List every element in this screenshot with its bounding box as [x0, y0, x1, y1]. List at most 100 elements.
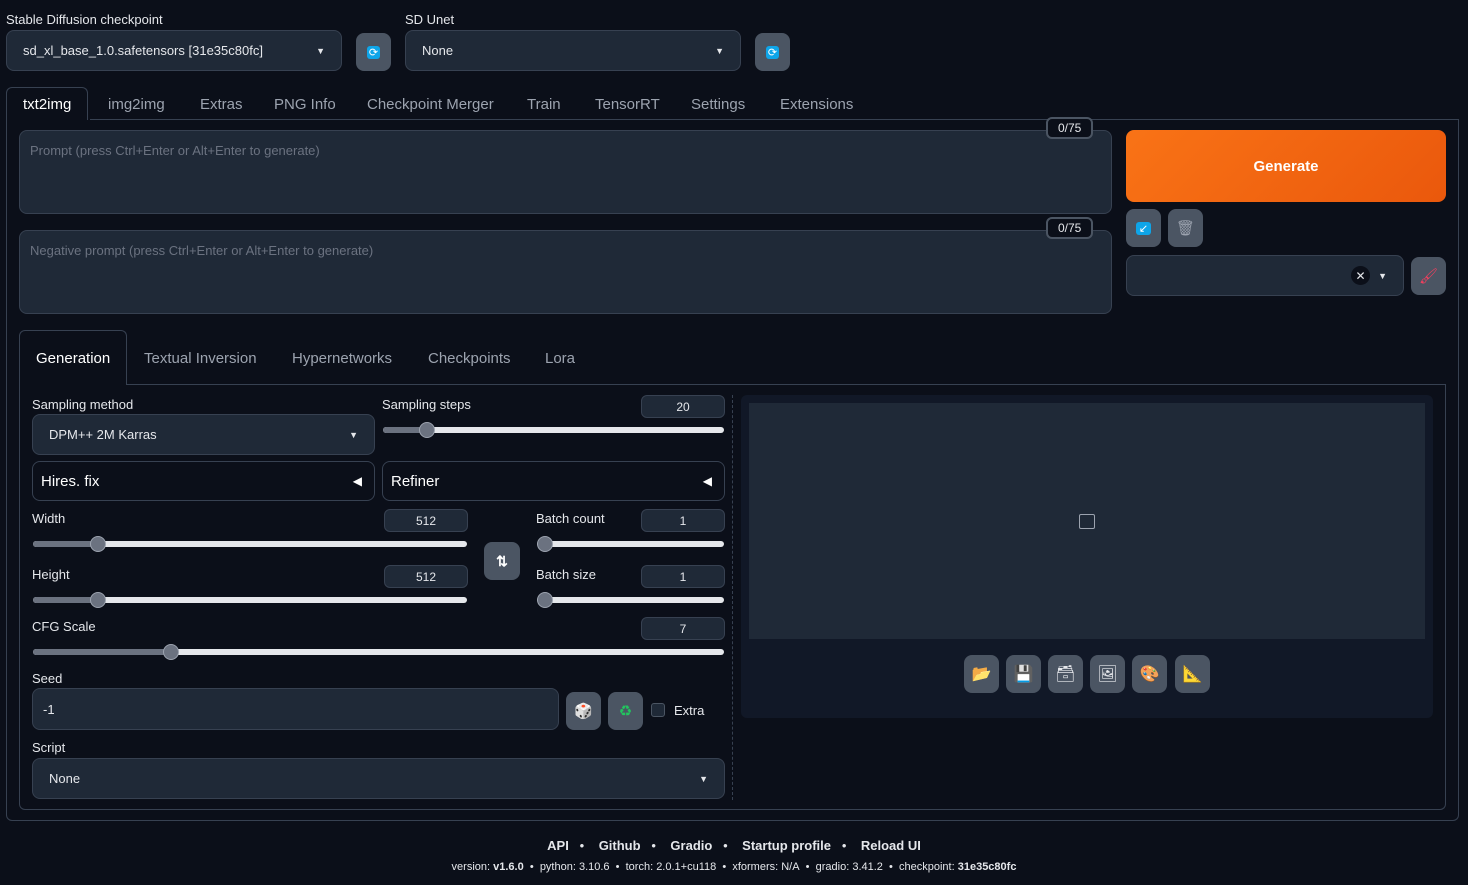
random-seed-button[interactable]: 🎲 — [566, 692, 601, 730]
version-value: v1.6.0 — [493, 861, 524, 873]
zip-button[interactable]: 🗃 — [1048, 655, 1083, 693]
reuse-seed-button[interactable]: ♻ — [608, 692, 643, 730]
script-dropdown[interactable]: None ▼ — [32, 758, 725, 799]
sampling-method-dropdown[interactable]: DPM++ 2M Karras ▼ — [32, 414, 375, 455]
collapse-triangle-icon: ◀ — [702, 474, 712, 488]
refiner-accordion[interactable]: Refiner ◀ — [382, 461, 725, 501]
chevron-down-icon: ▼ — [1378, 270, 1387, 281]
gradio-version: gradio: 3.41.2 — [815, 861, 883, 873]
tab-divider — [90, 119, 1459, 120]
hires-fix-accordion[interactable]: Hires. fix ◀ — [32, 461, 375, 501]
dice-icon: 🎲 — [574, 703, 593, 720]
height-label: Height — [32, 567, 70, 582]
tab-txt2img[interactable]: txt2img — [6, 87, 89, 120]
cfg-scale-slider[interactable] — [33, 644, 724, 660]
torch-version: torch: 2.0.1+cu118 — [625, 861, 717, 873]
checkpoint-dropdown[interactable]: sd_xl_base_1.0.safetensors [31e35c80fc] ▼ — [6, 30, 342, 71]
paintbrush-icon: 🖌 — [1418, 268, 1439, 285]
framed-picture-icon: 🖼 — [1097, 666, 1118, 683]
trash-icon: 🗑 — [1175, 220, 1196, 237]
chevron-down-icon: ▼ — [349, 429, 358, 440]
tab-extensions[interactable]: Extensions — [780, 96, 853, 113]
slider-thumb[interactable] — [90, 536, 107, 552]
xformers-version: xformers: N/A — [732, 861, 800, 873]
footer-link-reload-ui[interactable]: Reload UI — [861, 838, 921, 853]
folder-icon: 📂 — [971, 666, 992, 683]
clear-icon[interactable]: ✕ — [1351, 266, 1371, 285]
cfg-scale-label: CFG Scale — [32, 619, 96, 634]
slider-thumb[interactable] — [537, 536, 553, 552]
extra-checkbox[interactable] — [651, 703, 665, 717]
tab-extras[interactable]: Extras — [200, 96, 243, 113]
unet-value: None — [422, 43, 454, 58]
refresh-unet-button[interactable]: ⟳ — [755, 33, 790, 71]
tab-checkpoint-merger[interactable]: Checkpoint Merger — [367, 96, 494, 113]
batch-count-input[interactable]: 1 — [641, 509, 725, 532]
open-folder-button[interactable]: 📂 — [964, 655, 999, 693]
version-label: version: — [451, 861, 491, 873]
image-icon — [1079, 513, 1095, 529]
unet-label: SD Unet — [405, 12, 455, 27]
negative-prompt-input[interactable]: Negative prompt (press Ctrl+Enter or Alt… — [19, 230, 1112, 314]
collapse-triangle-icon: ◀ — [352, 474, 362, 488]
footer-link-github[interactable]: Github — [599, 838, 641, 853]
sampling-method-value: DPM++ 2M Karras — [49, 427, 157, 442]
swap-dimensions-button[interactable]: ⇅ — [484, 542, 520, 580]
read-params-button[interactable]: ↙ — [1126, 209, 1161, 247]
subtab-checkpoints[interactable]: Checkpoints — [428, 350, 511, 367]
styles-dropdown[interactable]: ✕ ▼ — [1126, 255, 1404, 296]
subtab-divider — [126, 384, 1446, 385]
height-input[interactable]: 512 — [384, 565, 468, 588]
subtab-generation[interactable]: Generation — [19, 330, 128, 385]
tab-tensorrt[interactable]: TensorRT — [595, 96, 660, 113]
cfg-scale-input[interactable]: 7 — [641, 617, 725, 640]
footer-link-api[interactable]: API — [547, 838, 569, 853]
refresh-icon: ⟳ — [366, 45, 381, 59]
sampling-steps-input[interactable]: 20 — [641, 395, 725, 418]
tab-train[interactable]: Train — [527, 96, 561, 113]
refresh-checkpoint-button[interactable]: ⟳ — [356, 33, 391, 71]
prompt-input[interactable]: Prompt (press Ctrl+Enter or Alt+Enter to… — [19, 130, 1112, 214]
subtab-textual-inversion[interactable]: Textual Inversion — [144, 350, 257, 367]
unet-dropdown[interactable]: None ▼ — [405, 30, 741, 71]
slider-fill — [33, 541, 99, 547]
seed-value: -1 — [43, 701, 55, 717]
edit-styles-button[interactable]: 🖌 — [1411, 257, 1446, 295]
batch-count-slider[interactable] — [537, 536, 724, 552]
arrow-down-left-icon: ↙ — [1135, 221, 1152, 235]
footer-link-gradio[interactable]: Gradio — [670, 838, 712, 853]
clear-prompt-button[interactable]: 🗑 — [1168, 209, 1203, 247]
refiner-label: Refiner — [391, 472, 440, 490]
chevron-down-icon: ▼ — [715, 45, 724, 56]
width-label: Width — [32, 511, 66, 526]
python-version: python: 3.10.6 — [539, 861, 610, 873]
width-slider[interactable] — [33, 536, 467, 552]
generate-button[interactable]: Generate — [1126, 130, 1446, 202]
batch-size-input[interactable]: 1 — [641, 565, 725, 588]
refresh-icon: ⟳ — [765, 45, 780, 59]
tab-png-info[interactable]: PNG Info — [274, 96, 336, 113]
width-input[interactable]: 512 — [384, 509, 468, 532]
sampling-steps-slider[interactable] — [383, 422, 724, 438]
subtab-hypernetworks[interactable]: Hypernetworks — [292, 350, 392, 367]
slider-thumb[interactable] — [90, 592, 107, 608]
checkpoint-hash-label: checkpoint: — [899, 861, 955, 873]
save-button[interactable]: 💾 — [1006, 655, 1041, 693]
send-to-extras-button[interactable]: 📐 — [1175, 655, 1210, 693]
negative-token-counter: 0/75 — [1046, 217, 1094, 239]
palette-icon: 🎨 — [1139, 666, 1160, 683]
seed-label: Seed — [32, 671, 63, 686]
footer-link-startup-profile[interactable]: Startup profile — [742, 838, 831, 853]
send-to-img2img-button[interactable]: 🖼 — [1090, 655, 1125, 693]
seed-input[interactable]: -1 — [32, 688, 559, 730]
send-to-inpaint-button[interactable]: 🎨 — [1132, 655, 1167, 693]
batch-size-slider[interactable] — [537, 592, 724, 608]
subtab-lora[interactable]: Lora — [545, 350, 575, 367]
height-slider[interactable] — [33, 592, 467, 608]
tab-settings[interactable]: Settings — [691, 96, 745, 113]
tab-img2img[interactable]: img2img — [108, 96, 165, 113]
recycle-icon: ♻ — [618, 703, 633, 720]
slider-fill — [33, 649, 172, 655]
slider-thumb[interactable] — [537, 592, 553, 608]
checkpoint-hash: 31e35c80fc — [957, 861, 1017, 873]
